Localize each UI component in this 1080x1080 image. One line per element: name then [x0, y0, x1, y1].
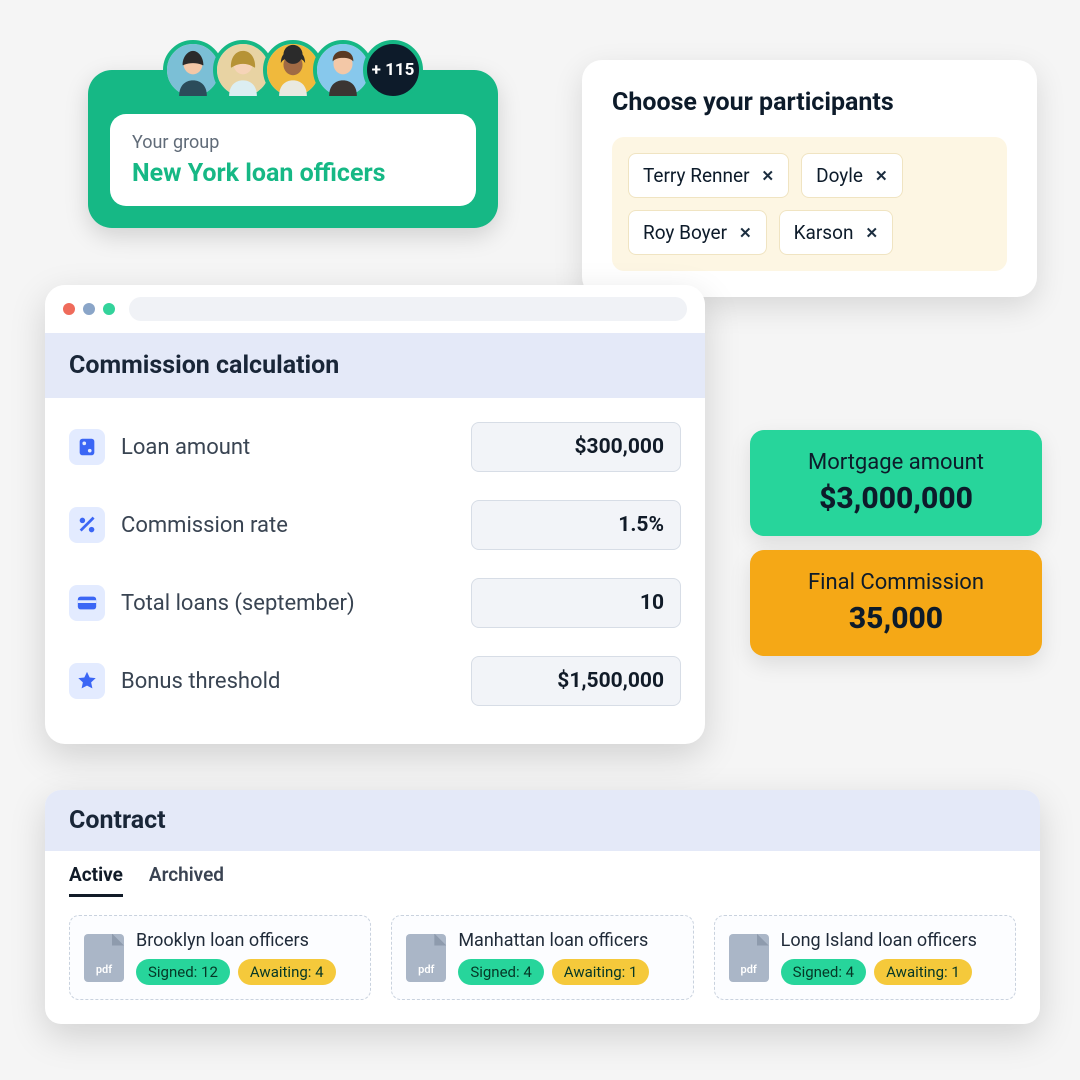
remove-icon[interactable]: ✕ — [865, 224, 878, 242]
contract-window: Contract Active Archived pdf Brooklyn lo… — [45, 790, 1040, 1024]
participants-chip-area[interactable]: Terry Renner ✕ Doyle ✕ Roy Boyer ✕ Karso… — [612, 137, 1007, 271]
tile-value: 35,000 — [768, 601, 1024, 636]
contract-tabs: Active Archived — [45, 851, 1040, 897]
calc-label: Loan amount — [121, 435, 250, 460]
tile-value: $3,000,000 — [768, 481, 1024, 516]
window-titlebar — [45, 285, 705, 333]
window-close-icon[interactable] — [63, 303, 75, 315]
pdf-icon: pdf — [406, 934, 446, 982]
commission-title: Commission calculation — [45, 333, 705, 398]
calc-value-input[interactable]: $1,500,000 — [471, 656, 681, 706]
contract-doc-list: pdf Brooklyn loan officers Signed: 12 Aw… — [45, 897, 1040, 1024]
doc-title: Brooklyn loan officers — [136, 930, 336, 951]
calc-row-total-loans: Total loans (september) 10 — [69, 564, 681, 642]
card-icon — [69, 429, 105, 465]
window-minimize-icon[interactable] — [83, 303, 95, 315]
credit-card-icon — [69, 585, 105, 621]
contract-doc[interactable]: pdf Manhattan loan officers Signed: 4 Aw… — [391, 915, 693, 1000]
participants-title: Choose your participants — [612, 88, 1007, 117]
calc-label: Bonus threshold — [121, 669, 280, 694]
group-name: New York loan officers — [132, 159, 454, 188]
calc-row-bonus-threshold: Bonus threshold $1,500,000 — [69, 642, 681, 720]
final-commission-tile: Final Commission 35,000 — [750, 550, 1042, 656]
star-icon — [69, 663, 105, 699]
group-inner: Your group New York loan officers — [110, 114, 476, 206]
percent-icon — [69, 507, 105, 543]
tile-label: Mortgage amount — [768, 450, 1024, 475]
participant-chip[interactable]: Doyle ✕ — [801, 153, 902, 198]
contract-title: Contract — [45, 790, 1040, 851]
doc-title: Long Island loan officers — [781, 930, 977, 951]
calc-value-input[interactable]: 1.5% — [471, 500, 681, 550]
doc-title: Manhattan loan officers — [458, 930, 649, 951]
mortgage-amount-tile: Mortgage amount $3,000,000 — [750, 430, 1042, 536]
url-bar[interactable] — [129, 297, 687, 321]
calc-value-input[interactable]: $300,000 — [471, 422, 681, 472]
awaiting-badge: Awaiting: 4 — [238, 959, 336, 985]
contract-doc[interactable]: pdf Long Island loan officers Signed: 4 … — [714, 915, 1016, 1000]
remove-icon[interactable]: ✕ — [762, 167, 775, 185]
signed-badge: Signed: 4 — [781, 959, 866, 985]
remove-icon[interactable]: ✕ — [875, 167, 888, 185]
group-label: Your group — [132, 132, 454, 153]
pdf-icon: pdf — [729, 934, 769, 982]
participants-card: Choose your participants Terry Renner ✕ … — [582, 60, 1037, 297]
calc-value-input[interactable]: 10 — [471, 578, 681, 628]
calc-row-loan-amount: Loan amount $300,000 — [69, 408, 681, 486]
tile-label: Final Commission — [768, 570, 1024, 595]
group-card: + 115 Your group New York loan officers — [88, 70, 498, 228]
pdf-icon: pdf — [84, 934, 124, 982]
signed-badge: Signed: 4 — [458, 959, 543, 985]
summary-tiles: Mortgage amount $3,000,000 Final Commiss… — [750, 430, 1042, 656]
avatar-overflow-count[interactable]: + 115 — [363, 40, 423, 100]
participant-name: Terry Renner — [643, 164, 750, 187]
calc-row-commission-rate: Commission rate 1.5% — [69, 486, 681, 564]
participant-name: Karson — [794, 221, 854, 244]
window-controls — [63, 303, 115, 315]
participant-name: Roy Boyer — [643, 221, 727, 244]
awaiting-badge: Awaiting: 1 — [874, 959, 972, 985]
calc-label: Total loans (september) — [121, 591, 355, 616]
awaiting-badge: Awaiting: 1 — [552, 959, 650, 985]
tab-active[interactable]: Active — [69, 863, 123, 897]
participant-chip[interactable]: Terry Renner ✕ — [628, 153, 789, 198]
participant-chip[interactable]: Roy Boyer ✕ — [628, 210, 767, 255]
avatar-stack: + 115 — [163, 40, 423, 100]
participant-chip[interactable]: Karson ✕ — [779, 210, 893, 255]
commission-window: Commission calculation Loan amount $300,… — [45, 285, 705, 744]
contract-doc[interactable]: pdf Brooklyn loan officers Signed: 12 Aw… — [69, 915, 371, 1000]
commission-rows: Loan amount $300,000 Commission rate 1.5… — [45, 398, 705, 744]
signed-badge: Signed: 12 — [136, 959, 230, 985]
tab-archived[interactable]: Archived — [149, 863, 224, 897]
window-zoom-icon[interactable] — [103, 303, 115, 315]
remove-icon[interactable]: ✕ — [739, 224, 752, 242]
participant-name: Doyle — [816, 164, 863, 187]
calc-label: Commission rate — [121, 513, 288, 538]
